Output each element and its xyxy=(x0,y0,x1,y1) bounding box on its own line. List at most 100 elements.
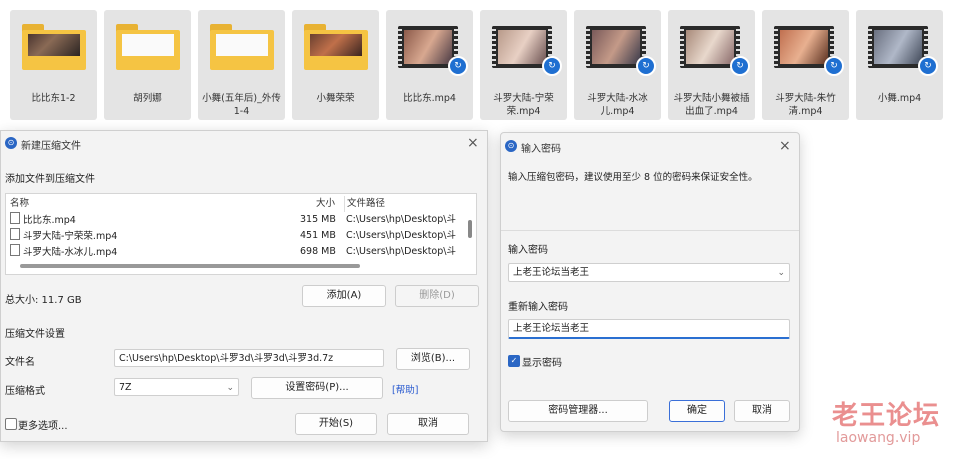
file-tile[interactable]: ↻ 斗罗大陆-朱竹清.mp4 xyxy=(762,10,849,120)
video-thumbnail-icon: ↻ xyxy=(680,22,750,76)
password-dialog: ⊙ 输入密码 × 输入压缩包密码，建议使用至少 8 位的密码来保证安全性。 输入… xyxy=(500,132,800,432)
column-name-header[interactable]: 名称 xyxy=(10,196,29,212)
format-label: 压缩格式 xyxy=(5,386,45,397)
file-row-name: 斗罗大陆-水冰儿.mp4 xyxy=(23,247,118,258)
format-select[interactable]: 7Z ⌄ xyxy=(114,378,239,396)
folder-icon xyxy=(210,22,274,74)
settings-label: 压缩文件设置 xyxy=(5,329,65,340)
file-tile[interactable]: 小舞(五年后)_外传 1-4 xyxy=(198,10,285,120)
reenter-password-input[interactable]: 上老王论坛当老王 xyxy=(508,319,790,339)
watermark-url: laowang.vip xyxy=(836,430,921,446)
file-tile[interactable]: 比比东1-2 xyxy=(10,10,97,120)
add-files-label: 添加文件到压缩文件 xyxy=(5,174,95,185)
video-thumbnail-icon: ↻ xyxy=(774,22,844,76)
compress-dialog-titlebar: ⊙ 新建压缩文件 × xyxy=(1,131,487,155)
file-icon xyxy=(10,212,20,224)
file-name: 斗罗大陆-宁荣荣.mp4 xyxy=(493,93,554,117)
format-select-value: 7Z xyxy=(119,382,132,393)
table-row[interactable]: 斗罗大陆-水冰儿.mp4 698 MB C:\Users\hp\Desktop\… xyxy=(6,244,476,260)
file-list[interactable]: 名称 大小 文件路径 比比东.mp4 315 MB C:\Users\hp\De… xyxy=(5,193,477,275)
more-options-checkbox[interactable] xyxy=(5,418,17,430)
watermark-logo: 老王论坛 xyxy=(832,401,941,431)
file-name: 胡列娜 xyxy=(133,93,162,104)
password-input[interactable]: 上老王论坛当老王 ⌄ xyxy=(508,263,790,282)
password-dialog-titlebar: ⊙ 输入密码 × xyxy=(501,133,799,159)
file-row-size: 698 MB xyxy=(300,246,336,257)
file-tile[interactable]: 胡列娜 xyxy=(104,10,191,120)
file-name: 斗罗大陆-朱竹清.mp4 xyxy=(775,93,836,117)
password-manager-button[interactable]: 密码管理器... xyxy=(508,400,648,422)
file-name: 小舞(五年后)_外传 1-4 xyxy=(202,93,281,117)
file-name: 斗罗大陆-水冰儿.mp4 xyxy=(587,93,648,117)
delete-button[interactable]: 删除(D) xyxy=(395,285,479,307)
password-dialog-title: 输入密码 xyxy=(521,144,561,155)
compress-dialog: ⊙ 新建压缩文件 × 添加文件到压缩文件 名称 大小 文件路径 比比东.mp4 … xyxy=(0,130,488,442)
compress-dialog-title: 新建压缩文件 xyxy=(21,141,81,152)
file-tile[interactable]: 小舞荣荣 xyxy=(292,10,379,120)
video-thumbnail-icon: ↻ xyxy=(868,22,938,76)
start-button[interactable]: 开始(S) xyxy=(295,413,377,435)
file-icon xyxy=(10,228,20,240)
file-row-name: 比比东.mp4 xyxy=(23,215,76,226)
media-player-badge-icon: ↻ xyxy=(636,56,656,76)
chevron-down-icon: ⌄ xyxy=(777,268,785,278)
file-tile[interactable]: ↻ 斗罗大陆-水冰儿.mp4 xyxy=(574,10,661,120)
video-thumbnail-icon: ↻ xyxy=(398,22,468,76)
file-tile[interactable]: ↻ 斗罗大陆小舞被插出血了.mp4 xyxy=(668,10,755,120)
column-size-header[interactable]: 大小 xyxy=(316,196,335,212)
ok-button[interactable]: 确定 xyxy=(669,400,725,422)
enter-password-label: 输入密码 xyxy=(508,245,548,256)
filename-input[interactable]: C:\Users\hp\Desktop\斗罗3d\斗罗3d\斗罗3d.7z xyxy=(114,349,384,367)
total-size-text: 总大小: 11.7 GB xyxy=(5,295,82,306)
table-row[interactable]: 斗罗大陆-宁荣荣.mp4 451 MB C:\Users\hp\Desktop\… xyxy=(6,228,476,244)
folder-icon xyxy=(22,22,86,74)
cancel-button[interactable]: 取消 xyxy=(387,413,469,435)
file-tile[interactable]: ↻ 斗罗大陆-宁荣荣.mp4 xyxy=(480,10,567,120)
folder-icon xyxy=(116,22,180,74)
password-instruction: 输入压缩包密码，建议使用至少 8 位的密码来保证安全性。 xyxy=(508,172,758,183)
file-row-size: 315 MB xyxy=(300,214,336,225)
password-input-value: 上老王论坛当老王 xyxy=(513,267,590,278)
divider xyxy=(501,230,799,231)
file-name: 斗罗大陆小舞被插出血了.mp4 xyxy=(673,93,750,117)
video-thumbnail-icon: ↻ xyxy=(492,22,562,76)
app-icon: ⊙ xyxy=(505,140,517,152)
file-row-name: 斗罗大陆-宁荣荣.mp4 xyxy=(23,231,118,242)
add-button[interactable]: 添加(A) xyxy=(302,285,386,307)
column-path-header[interactable]: 文件路径 xyxy=(344,196,467,212)
file-list-header: 名称 大小 文件路径 xyxy=(6,196,476,212)
filename-label: 文件名 xyxy=(5,357,35,368)
more-options-label[interactable]: 更多选项... xyxy=(18,417,68,432)
file-icon xyxy=(10,244,20,256)
folder-icon xyxy=(304,22,368,74)
close-icon[interactable]: × xyxy=(779,138,791,154)
media-player-badge-icon: ↻ xyxy=(918,56,938,76)
chevron-down-icon: ⌄ xyxy=(226,383,234,393)
reenter-password-label: 重新输入密码 xyxy=(508,302,568,313)
show-password-label[interactable]: 显示密码 xyxy=(522,354,562,369)
media-player-badge-icon: ↻ xyxy=(448,56,468,76)
browse-button[interactable]: 浏览(B)... xyxy=(396,348,470,370)
file-tile[interactable]: ↻ 小舞.mp4 xyxy=(856,10,943,120)
file-row-size: 451 MB xyxy=(300,230,336,241)
media-player-badge-icon: ↻ xyxy=(542,56,562,76)
media-player-badge-icon: ↻ xyxy=(730,56,750,76)
help-link[interactable]: [帮助] xyxy=(392,382,418,396)
show-password-checkbox[interactable]: ✓ xyxy=(508,355,520,367)
file-row-path: C:\Users\hp\Desktop\斗 xyxy=(346,230,456,241)
close-icon[interactable]: × xyxy=(467,135,479,151)
file-name: 小舞荣荣 xyxy=(316,93,355,104)
file-name: 小舞.mp4 xyxy=(877,93,922,104)
password-cancel-button[interactable]: 取消 xyxy=(734,400,790,422)
app-icon: ⊙ xyxy=(5,137,17,149)
file-row-path: C:\Users\hp\Desktop\斗 xyxy=(346,246,456,257)
horizontal-scrollbar[interactable] xyxy=(20,264,360,268)
file-row-path: C:\Users\hp\Desktop\斗 xyxy=(346,214,456,225)
file-name: 比比东1-2 xyxy=(31,93,76,104)
video-thumbnail-icon: ↻ xyxy=(586,22,656,76)
vertical-scrollbar[interactable] xyxy=(468,220,472,238)
file-tile[interactable]: ↻ 比比东.mp4 xyxy=(386,10,473,120)
media-player-badge-icon: ↻ xyxy=(824,56,844,76)
table-row[interactable]: 比比东.mp4 315 MB C:\Users\hp\Desktop\斗 xyxy=(6,212,476,228)
set-password-button[interactable]: 设置密码(P)... xyxy=(251,377,383,399)
